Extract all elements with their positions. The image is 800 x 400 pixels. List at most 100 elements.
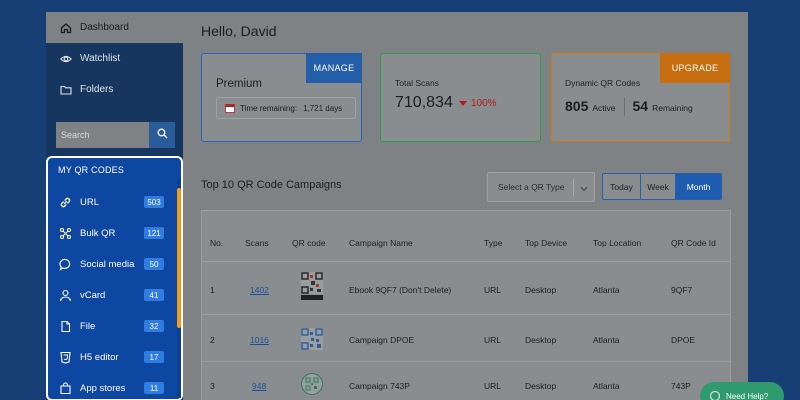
nav-label: Watchlist xyxy=(80,53,121,64)
qr-code-thumbnail[interactable] xyxy=(301,328,323,350)
cell-top-device: Desktop xyxy=(525,381,557,391)
qr-item-bulk-qr[interactable]: Bulk QR 121 xyxy=(48,218,178,248)
file-icon xyxy=(58,319,72,333)
nav-label: Folders xyxy=(80,84,114,95)
qr-item-app-stores[interactable]: App stores 11 xyxy=(48,373,178,400)
count-badge: 17 xyxy=(144,351,164,363)
cell-no: 1 xyxy=(210,285,215,295)
chevron-down-icon xyxy=(580,184,588,194)
date-range-toggle: Today Week Month xyxy=(602,173,722,200)
cell-campaign-name: Ebook 9QF7 (Don't Delete) xyxy=(349,285,452,295)
need-help-button[interactable]: Need Help? xyxy=(700,382,784,400)
nav-item-folders[interactable]: Folders xyxy=(46,74,183,105)
search-icon xyxy=(157,126,168,144)
down-arrow-icon xyxy=(459,101,467,106)
cell-top-location: Atlanta xyxy=(593,285,620,295)
cell-top-location: Atlanta xyxy=(593,381,620,391)
total-scans-value: 710,834 xyxy=(395,94,453,111)
qr-item-social-media[interactable]: Social media 50 xyxy=(48,249,178,279)
row-divider xyxy=(202,261,730,262)
col-header-qr-code-id: QR Code Id xyxy=(671,238,716,248)
scans-link[interactable]: 1402 xyxy=(250,285,269,295)
range-today-button[interactable]: Today xyxy=(603,174,641,199)
select-placeholder: Select a QR Type xyxy=(498,182,565,192)
qr-item-file[interactable]: File 32 xyxy=(48,311,178,341)
campaigns-title: Top 10 QR Code Campaigns xyxy=(201,179,342,191)
cell-qr-code-id: 743P xyxy=(671,381,691,391)
need-help-label: Need Help? xyxy=(726,391,769,400)
col-header-campaign-name: Campaign Name xyxy=(349,238,413,248)
manage-button[interactable]: MANAGE xyxy=(306,53,362,83)
cell-type: URL xyxy=(484,285,502,295)
remaining-count: 54 xyxy=(632,98,649,114)
upgrade-button[interactable]: UPGRADE xyxy=(660,53,730,83)
plan-title: Premium xyxy=(216,78,263,90)
col-header-qr-code: QR code xyxy=(292,238,326,248)
cell-top-device: Desktop xyxy=(525,285,557,295)
search-bar xyxy=(56,122,175,148)
scans-link[interactable]: 948 xyxy=(252,381,266,391)
count-badge: 50 xyxy=(144,258,164,270)
scans-delta-value: 100% xyxy=(471,98,497,109)
my-qr-codes-panel: MY QR CODES URL 503 Bulk QR 121 Social m… xyxy=(46,156,183,400)
sidebar: Dashboard Watchlist Folders MY QR CODES xyxy=(46,12,183,400)
col-header-top-location: Top Location xyxy=(593,238,642,248)
qr-code-thumbnail[interactable] xyxy=(301,272,323,300)
dynamic-qr-card: UPGRADE Dynamic QR Codes 805 Active 54 R… xyxy=(551,53,730,142)
time-remaining: Time remaining: 1,721 days xyxy=(216,97,356,119)
cell-qr-code-id: 9QF7 xyxy=(671,285,693,295)
dynamic-qr-stats: 805 Active 54 Remaining xyxy=(565,98,693,116)
cell-type: URL xyxy=(484,381,502,391)
h5-icon xyxy=(58,350,72,364)
qr-item-label: vCard xyxy=(80,289,106,301)
cell-qr-code-id: DPOE xyxy=(671,335,696,345)
link-icon xyxy=(58,195,72,209)
row-divider xyxy=(202,361,730,362)
count-badge: 121 xyxy=(144,227,164,239)
qr-type-select[interactable]: Select a QR Type xyxy=(487,172,595,202)
eye-icon xyxy=(60,53,72,65)
time-remaining-value: 1,721 days xyxy=(303,103,343,113)
nav-label: Dashboard xyxy=(80,22,129,33)
campaigns-table: No. Scans QR code Campaign Name Type Top… xyxy=(201,210,731,400)
dynamic-qr-label: Dynamic QR Codes xyxy=(565,78,641,88)
qr-item-label: Social media xyxy=(80,258,135,270)
qr-item-label: App stores xyxy=(80,382,126,394)
range-month-button[interactable]: Month xyxy=(676,174,721,199)
cell-campaign-name: Campaign 743P xyxy=(349,381,410,391)
cell-type: URL xyxy=(484,335,502,345)
user-icon xyxy=(58,288,72,302)
count-badge: 32 xyxy=(144,320,164,332)
qr-section-title: MY QR CODES xyxy=(58,165,125,175)
premium-card: MANAGE Premium Time remaining: 1,721 day… xyxy=(201,53,362,142)
qr-item-label: H5 editor xyxy=(80,351,119,363)
qr-item-url[interactable]: URL 503 xyxy=(48,187,178,217)
col-header-no: No. xyxy=(210,238,224,248)
qr-code-thumbnail[interactable] xyxy=(301,373,323,395)
nav-item-dashboard[interactable]: Dashboard xyxy=(46,12,183,43)
col-header-type: Type xyxy=(484,238,503,248)
nav-item-watchlist[interactable]: Watchlist xyxy=(46,43,183,74)
qr-item-vcard[interactable]: vCard 41 xyxy=(48,280,178,310)
active-label: Active xyxy=(592,103,616,113)
calendar-icon xyxy=(225,103,235,113)
scans-link[interactable]: 1016 xyxy=(250,335,269,345)
row-divider xyxy=(202,314,730,315)
cell-no: 3 xyxy=(210,381,215,391)
range-week-button[interactable]: Week xyxy=(641,174,676,199)
col-header-scans: Scans xyxy=(245,238,269,248)
total-scans-label: Total Scans xyxy=(395,78,439,88)
qr-item-label: URL xyxy=(80,196,100,208)
search-input[interactable] xyxy=(56,122,149,148)
col-header-top-device: Top Device xyxy=(525,238,568,248)
search-button[interactable] xyxy=(149,122,175,148)
cell-top-location: Atlanta xyxy=(593,335,620,345)
bulk-icon xyxy=(58,226,72,240)
help-icon xyxy=(710,391,720,400)
home-icon xyxy=(60,22,72,34)
qr-item-label: Bulk QR xyxy=(80,227,116,239)
stats-divider xyxy=(623,98,625,116)
scans-delta: 100% xyxy=(459,98,497,109)
qr-item-h5-editor[interactable]: H5 editor 17 xyxy=(48,342,178,372)
remaining-label: Remaining xyxy=(652,103,693,113)
